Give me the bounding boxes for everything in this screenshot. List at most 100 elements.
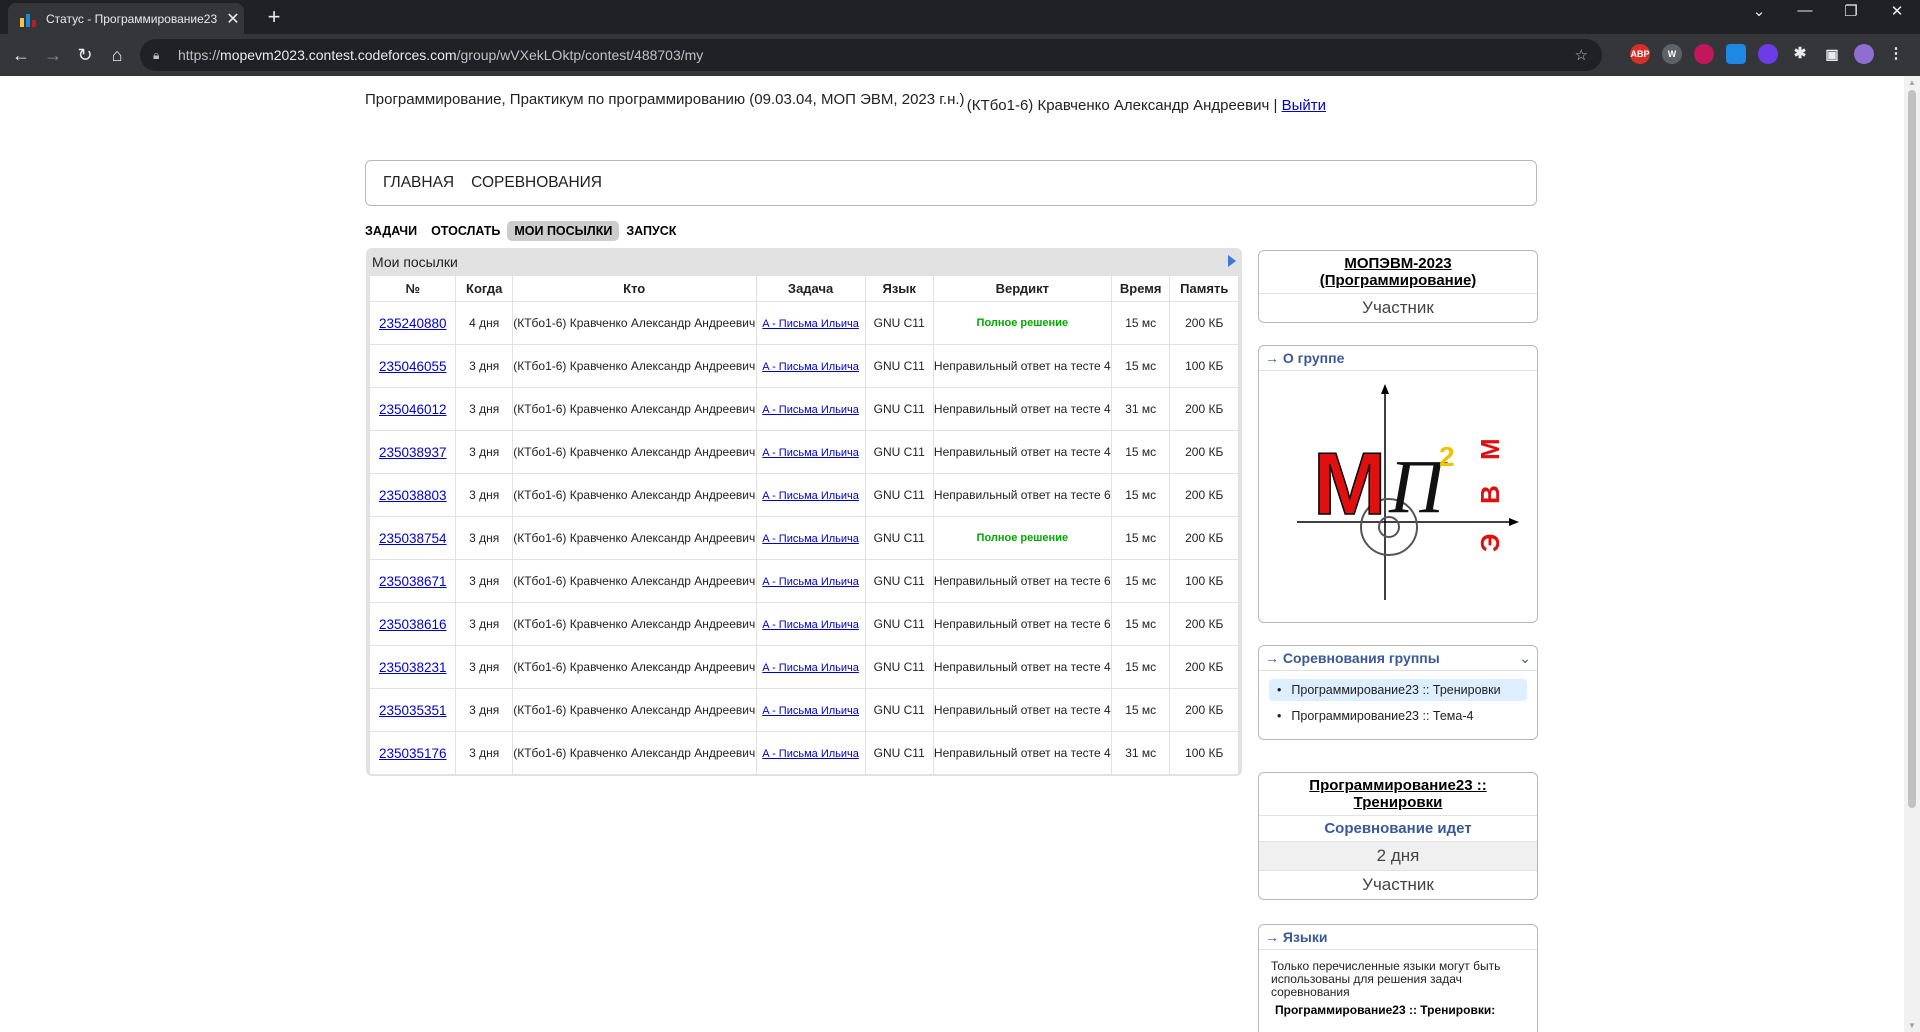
submission-author[interactable]: (КТбо1-6) Кравченко Александр Андреевич bbox=[511, 688, 757, 732]
logout-link[interactable]: Выйти bbox=[1282, 97, 1326, 114]
logo-letter-v: В bbox=[1475, 485, 1505, 504]
problem-link[interactable]: A - Письма Ильича bbox=[762, 490, 859, 502]
problem-link[interactable]: A - Письма Ильича bbox=[762, 533, 859, 545]
about-group-title[interactable]: → О группе bbox=[1259, 346, 1537, 371]
submission-id-link[interactable]: 235038616 bbox=[379, 617, 447, 632]
submission-when: 3 дня bbox=[455, 645, 513, 689]
submission-author[interactable]: (КТбо1-6) Кравченко Александр Андреевич bbox=[511, 559, 757, 603]
submission-id-link[interactable]: 235240880 bbox=[379, 316, 447, 331]
submission-author[interactable]: (КТбо1-6) Кравченко Александр Андреевич bbox=[511, 430, 757, 474]
extension-shield-icon[interactable] bbox=[1758, 44, 1778, 64]
problem-link[interactable]: A - Письма Ильича bbox=[762, 662, 859, 674]
side-panel-icon[interactable]: ▣ bbox=[1822, 44, 1842, 64]
submission-author[interactable]: (КТбо1-6) Кравченко Александр Андреевич bbox=[511, 731, 757, 775]
browser-menu-icon[interactable]: ⋮ bbox=[1886, 44, 1906, 64]
contest-item-theme4[interactable]: Программирование23 :: Тема-4 bbox=[1269, 705, 1527, 727]
tab-my-submissions[interactable]: МОИ ПОСЫЛКИ bbox=[507, 221, 620, 241]
back-arrow-icon[interactable]: ← bbox=[8, 42, 34, 68]
problem-link[interactable]: A - Письма Ильича bbox=[762, 361, 859, 373]
submission-author[interactable]: (КТбо1-6) Кравченко Александр Андреевич bbox=[511, 301, 757, 345]
extension-pink-icon[interactable] bbox=[1694, 44, 1714, 64]
contest-name-link[interactable]: Программирование23 :: Тренировки bbox=[1259, 773, 1537, 815]
restore-button[interactable]: ❐ bbox=[1836, 2, 1866, 20]
separator: | bbox=[1273, 97, 1278, 114]
adblock-icon[interactable]: ABP bbox=[1630, 44, 1650, 64]
group-contests-title[interactable]: → Соревнования группы ⌄ bbox=[1259, 646, 1537, 671]
reload-icon[interactable]: ↻ bbox=[72, 42, 98, 68]
submission-id-cell: 235038754 bbox=[368, 516, 457, 560]
contest-item-trainings[interactable]: Программирование23 :: Тренировки bbox=[1269, 679, 1527, 701]
tab-run[interactable]: ЗАПУСК bbox=[619, 221, 683, 241]
submission-id-cell: 235038616 bbox=[368, 602, 457, 646]
col-when: Когда bbox=[455, 275, 513, 302]
minimize-button[interactable]: — bbox=[1790, 2, 1820, 19]
bookmark-star-icon[interactable]: ☆ bbox=[1575, 46, 1588, 64]
close-window-button[interactable]: ✕ bbox=[1882, 2, 1912, 20]
submission-when: 3 дня bbox=[455, 688, 513, 732]
languages-title[interactable]: → Языки bbox=[1259, 925, 1537, 950]
submission-problem-cell: A - Письма Ильича bbox=[755, 559, 866, 603]
submission-time: 31 мс bbox=[1110, 387, 1171, 431]
tab-problems[interactable]: ЗАДАЧИ bbox=[365, 221, 424, 241]
submission-author[interactable]: (КТбо1-6) Кравченко Александр Андреевич bbox=[511, 387, 757, 431]
submission-author[interactable]: (КТбо1-6) Кравченко Александр Андреевич bbox=[511, 344, 757, 388]
scroll-down-icon[interactable]: ▼ bbox=[1907, 1021, 1917, 1030]
submission-author[interactable]: (КТбо1-6) Кравченко Александр Андреевич bbox=[511, 645, 757, 689]
submission-memory: 200 КБ bbox=[1169, 301, 1239, 345]
submission-id-link[interactable]: 235035176 bbox=[379, 746, 447, 761]
tab-search-icon[interactable]: ⌄ bbox=[1744, 2, 1774, 20]
new-tab-button[interactable]: + bbox=[262, 4, 286, 30]
close-tab-icon[interactable]: ✕ bbox=[225, 9, 241, 29]
extensions-puzzle-icon[interactable]: ✱ bbox=[1790, 44, 1810, 64]
submission-verdict: Неправильный ответ на тесте 4 bbox=[932, 645, 1112, 689]
problem-link[interactable]: A - Письма Ильича bbox=[762, 748, 859, 760]
problem-link[interactable]: A - Письма Ильича bbox=[762, 576, 859, 588]
collapse-chevron-icon[interactable]: ⌄ bbox=[1519, 650, 1531, 667]
submission-when: 3 дня bbox=[455, 559, 513, 603]
problem-link[interactable]: A - Письма Ильича bbox=[762, 705, 859, 717]
submission-time: 15 мс bbox=[1110, 645, 1171, 689]
submission-verdict: Неправильный ответ на тесте 4 bbox=[932, 387, 1112, 431]
table-row: 235038671 3 дня (КТбо1-6) Кравченко Алекса… bbox=[368, 559, 1239, 603]
submission-id-link[interactable]: 235038937 bbox=[379, 445, 447, 460]
problem-link[interactable]: A - Письма Ильича bbox=[762, 404, 859, 416]
submission-verdict: Неправильный ответ на тесте 6 bbox=[932, 473, 1112, 517]
group-name-link[interactable]: МОПЭВМ-2023 (Программирование) bbox=[1259, 251, 1537, 293]
submission-author[interactable]: (КТбо1-6) Кравченко Александр Андреевич bbox=[511, 473, 757, 517]
submission-id-link[interactable]: 235038231 bbox=[379, 660, 447, 675]
submission-id-link[interactable]: 235035351 bbox=[379, 703, 447, 718]
home-icon[interactable]: ⌂ bbox=[104, 42, 130, 68]
submission-verdict: Полное решение bbox=[932, 301, 1112, 345]
menu-item-contests[interactable]: СОРЕВНОВАНИЯ bbox=[471, 174, 602, 192]
browser-tab[interactable]: Статус - Программирование23 ✕ bbox=[8, 3, 244, 34]
scroll-thumb[interactable] bbox=[1908, 90, 1916, 808]
submission-language: GNU C11 bbox=[864, 559, 934, 603]
forward-arrow-icon[interactable]: → bbox=[40, 42, 66, 68]
browser-toolbar: ← → ↻ ⌂ 🔒︎ https://mopevm2023.contest.co… bbox=[0, 34, 1920, 76]
submission-time: 15 мс bbox=[1110, 688, 1171, 732]
submission-when: 3 дня bbox=[455, 516, 513, 560]
tab-submit[interactable]: ОТОСЛАТЬ bbox=[424, 221, 507, 241]
submission-memory: 200 КБ bbox=[1169, 387, 1239, 431]
submission-id-link[interactable]: 235046055 bbox=[379, 359, 447, 374]
profile-avatar[interactable] bbox=[1854, 44, 1874, 64]
problem-link[interactable]: A - Письма Ильича bbox=[762, 318, 859, 330]
scroll-up-icon[interactable]: ▲ bbox=[1907, 78, 1917, 87]
submission-id-link[interactable]: 235038803 bbox=[379, 488, 447, 503]
expand-arrow-icon[interactable] bbox=[1228, 255, 1236, 267]
submission-author[interactable]: (КТбо1-6) Кравченко Александр Андреевич bbox=[511, 516, 757, 560]
submission-author[interactable]: (КТбо1-6) Кравченко Александр Андреевич bbox=[511, 602, 757, 646]
submission-id-link[interactable]: 235038754 bbox=[379, 531, 447, 546]
extension-blue-icon[interactable] bbox=[1726, 44, 1746, 64]
table-row: 235038937 3 дня (КТбо1-6) Кравченко Алекса… bbox=[368, 430, 1239, 474]
problem-link[interactable]: A - Письма Ильича bbox=[762, 619, 859, 631]
submission-id-link[interactable]: 235038671 bbox=[379, 574, 447, 589]
page-scrollbar[interactable]: ▲ ▼ bbox=[1904, 76, 1920, 1032]
problem-link[interactable]: A - Письма Ильича bbox=[762, 447, 859, 459]
contest-menu: ЗАДАЧИ ОТОСЛАТЬ МОИ ПОСЫЛКИ ЗАПУСК bbox=[365, 221, 683, 241]
menu-item-home[interactable]: ГЛАВНАЯ bbox=[383, 174, 454, 192]
contest-role: Участник bbox=[1259, 870, 1537, 899]
address-bar[interactable]: 🔒︎ https://mopevm2023.contest.codeforces… bbox=[140, 39, 1602, 71]
extension-w-icon[interactable]: W bbox=[1662, 44, 1682, 64]
submission-id-link[interactable]: 235046012 bbox=[379, 402, 447, 417]
